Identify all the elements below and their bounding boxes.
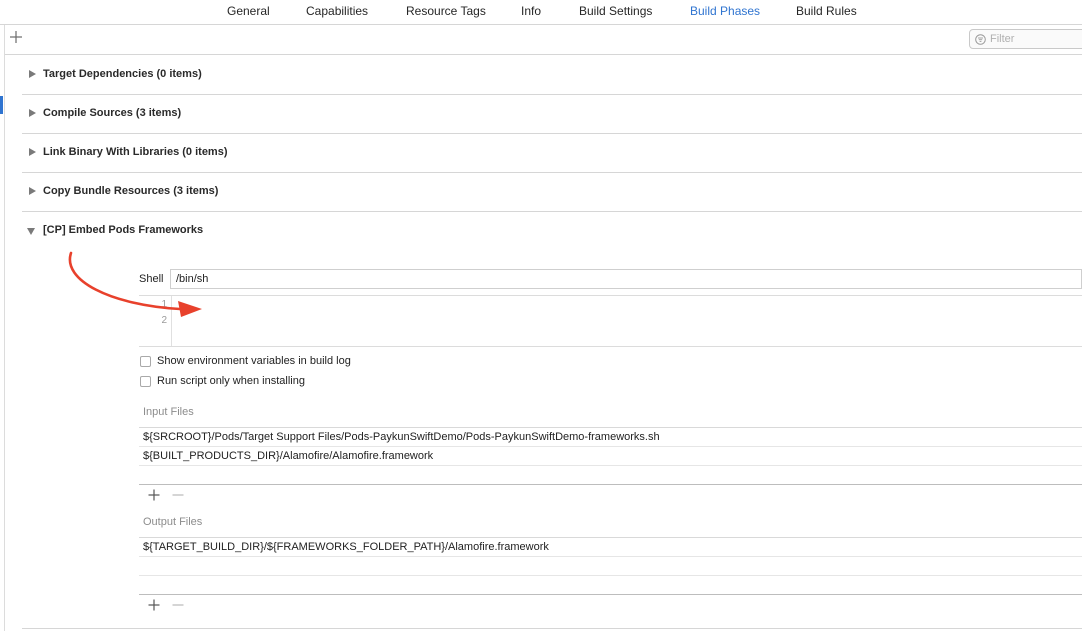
- tab-general[interactable]: General: [227, 4, 270, 18]
- annotation-arrow-icon: [68, 251, 202, 317]
- table-row[interactable]: [139, 557, 1082, 576]
- editor-tab-bar: General Capabilities Resource Tags Info …: [0, 0, 1082, 25]
- filter-field[interactable]: [969, 29, 1082, 49]
- script-editor[interactable]: 1 2: [139, 295, 1082, 347]
- table-row[interactable]: ${BUILT_PRODUCTS_DIR}/Alamofire/Alamofir…: [139, 447, 1082, 466]
- disclosure-triangle-expanded-icon[interactable]: [27, 228, 35, 235]
- plus-icon[interactable]: [9, 30, 23, 44]
- disclosure-triangle-icon[interactable]: [29, 187, 36, 195]
- phase-header[interactable]: Copy Bundle Resources (3 items): [22, 172, 1082, 211]
- input-files-label: Input Files: [143, 406, 194, 418]
- output-files-footer: [139, 594, 1082, 617]
- phase-embed-pods-frameworks: [CP] Embed Pods Frameworks: [22, 211, 1082, 250]
- phase-title: Copy Bundle Resources (3 items): [43, 185, 219, 197]
- filter-icon: [975, 34, 986, 45]
- phases-toolbar: [5, 25, 1082, 55]
- disclosure-triangle-icon[interactable]: [29, 70, 36, 78]
- input-files-footer: [139, 484, 1082, 507]
- tab-capabilities[interactable]: Capabilities: [306, 4, 368, 18]
- phase-copy-bundle-resources: Copy Bundle Resources (3 items): [22, 172, 1082, 212]
- shell-field[interactable]: /bin/sh: [170, 269, 1082, 289]
- phase-divider: [22, 628, 1082, 629]
- checkbox-label: Run script only when installing: [157, 375, 305, 387]
- output-files-table: ${TARGET_BUILD_DIR}/${FRAMEWORKS_FOLDER_…: [139, 537, 1082, 576]
- table-row[interactable]: ${SRCROOT}/Pods/Target Support Files/Pod…: [139, 428, 1082, 447]
- input-file-path[interactable]: ${BUILT_PRODUCTS_DIR}/Alamofire/Alamofir…: [143, 450, 433, 462]
- phase-header[interactable]: [CP] Embed Pods Frameworks: [22, 211, 1082, 250]
- phase-compile-sources: Compile Sources (3 items): [22, 94, 1082, 134]
- phase-title: Target Dependencies (0 items): [43, 68, 202, 80]
- input-files-table: ${SRCROOT}/Pods/Target Support Files/Pod…: [139, 427, 1082, 466]
- phase-target-dependencies: Target Dependencies (0 items): [22, 55, 1082, 95]
- target-selection-indicator: [0, 96, 3, 114]
- phase-header[interactable]: Target Dependencies (0 items): [22, 55, 1082, 94]
- phase-title: [CP] Embed Pods Frameworks: [43, 224, 204, 236]
- output-file-path[interactable]: ${TARGET_BUILD_DIR}/${FRAMEWORKS_FOLDER_…: [143, 541, 549, 553]
- tab-build-rules[interactable]: Build Rules: [796, 4, 857, 18]
- input-file-path[interactable]: ${SRCROOT}/Pods/Target Support Files/Pod…: [143, 431, 660, 443]
- remove-input-file-button[interactable]: [171, 488, 185, 502]
- tab-build-phases[interactable]: Build Phases: [690, 4, 760, 18]
- disclosure-triangle-icon[interactable]: [29, 148, 36, 156]
- phase-header[interactable]: Compile Sources (3 items): [22, 94, 1082, 133]
- phase-header[interactable]: Link Binary With Libraries (0 items): [22, 133, 1082, 172]
- tab-build-settings[interactable]: Build Settings: [579, 4, 652, 18]
- filter-input[interactable]: [990, 32, 1080, 46]
- phase-title: Link Binary With Libraries (0 items): [43, 146, 228, 158]
- table-row[interactable]: ${TARGET_BUILD_DIR}/${FRAMEWORKS_FOLDER_…: [139, 538, 1082, 557]
- show-env-vars-checkbox[interactable]: [140, 356, 151, 367]
- disclosure-triangle-icon[interactable]: [29, 109, 36, 117]
- add-input-file-button[interactable]: [147, 488, 161, 502]
- tab-info[interactable]: Info: [521, 4, 541, 18]
- run-only-installing-checkbox[interactable]: [140, 376, 151, 387]
- phase-link-binary: Link Binary With Libraries (0 items): [22, 133, 1082, 173]
- target-list-edge: [0, 25, 5, 631]
- output-files-label: Output Files: [143, 516, 203, 528]
- checkbox-label: Show environment variables in build log: [157, 355, 351, 367]
- remove-output-file-button[interactable]: [171, 598, 185, 612]
- add-output-file-button[interactable]: [147, 598, 161, 612]
- phase-title: Compile Sources (3 items): [43, 107, 182, 119]
- tab-resource-tags[interactable]: Resource Tags: [406, 4, 486, 18]
